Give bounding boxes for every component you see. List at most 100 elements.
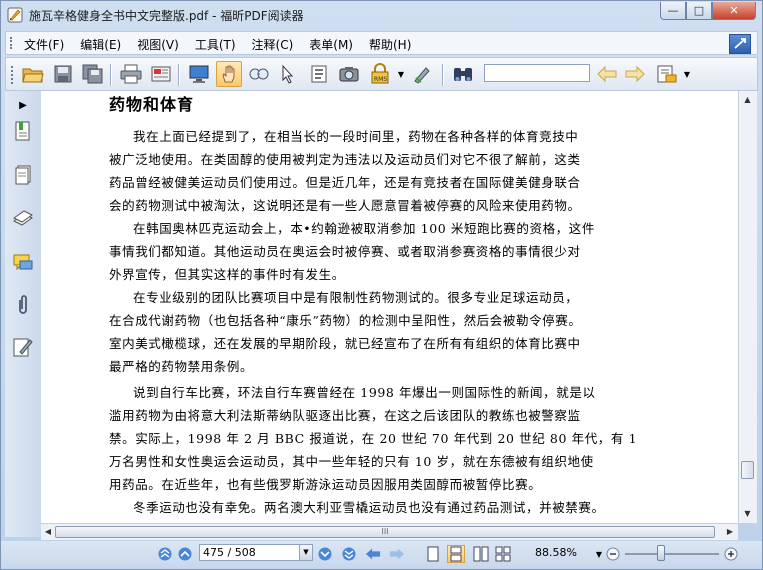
maximize-icon: □ bbox=[693, 4, 705, 17]
menu-help[interactable]: 帮助(H) bbox=[369, 36, 411, 53]
expand-panel-icon[interactable]: ▶ bbox=[11, 93, 35, 117]
text-line: 冬季运动也没有幸免。两名澳大利亚雪橇运动员也没有通过药品测试，并被禁赛。 bbox=[133, 500, 605, 515]
rms-lock-icon[interactable]: RMS bbox=[368, 61, 394, 87]
menu-forms[interactable]: 表单(M) bbox=[309, 36, 353, 53]
first-page-icon[interactable] bbox=[157, 546, 173, 562]
menu-bar: 文件(F) 编辑(E) 视图(V) 工具(T) 注释(C) 表单(M) 帮助(H… bbox=[5, 31, 758, 55]
menu-comments[interactable]: 注释(C) bbox=[252, 36, 294, 53]
close-icon: ✕ bbox=[729, 4, 739, 17]
navigation-panel: ▶ bbox=[5, 91, 42, 537]
binoculars-search-icon[interactable] bbox=[450, 61, 476, 87]
menu-edit[interactable]: 编辑(E) bbox=[80, 36, 121, 53]
minimize-icon: — bbox=[667, 4, 679, 17]
email-icon[interactable] bbox=[148, 61, 174, 87]
page-number-field[interactable]: 475 / 508 ▼ bbox=[199, 544, 313, 561]
text-line: 在合成代谢药物（也包括各种“康乐”药物）的检测中呈阳性，然后会被勒令停赛。 bbox=[109, 313, 582, 328]
text-select-icon[interactable] bbox=[306, 61, 332, 87]
text-line: 禁。实际上，1998 年 2 月 BBC 报道说，在 20 世纪 70 年代到 … bbox=[109, 431, 638, 446]
facing-pages-view-icon[interactable] bbox=[473, 546, 489, 562]
main-toolbar: RMS ▼ ▼ bbox=[5, 57, 758, 91]
text-line: 事情我们都知道。其他运动员在奥运会时被停赛、或者取消参赛资格的事情很少对 bbox=[109, 244, 581, 259]
scroll-up-arrow-icon[interactable]: ▲ bbox=[739, 91, 756, 108]
camera-icon[interactable] bbox=[336, 61, 362, 87]
title-bar: 施瓦辛格健身全书中文完整版.pdf - 福昕PDF阅读器 — □ ✕ bbox=[1, 1, 762, 29]
previous-page-icon[interactable] bbox=[177, 546, 193, 562]
menu-view[interactable]: 视图(V) bbox=[137, 36, 179, 53]
continuous-facing-view-icon[interactable] bbox=[495, 546, 511, 562]
app-window: 施瓦辛格健身全书中文完整版.pdf - 福昕PDF阅读器 — □ ✕ 文件(F)… bbox=[0, 0, 763, 570]
toolbar-separator bbox=[178, 64, 180, 86]
menu-file[interactable]: 文件(F) bbox=[24, 36, 64, 53]
hand-tool-icon[interactable] bbox=[216, 61, 242, 87]
minimize-button[interactable]: — bbox=[660, 2, 686, 20]
fullscreen-monitor-icon[interactable] bbox=[186, 61, 212, 87]
print-icon[interactable] bbox=[118, 61, 144, 87]
document-page-view[interactable]: 药物和体育 我在上面已经提到了，在相当长的一段时间里，药物在各种各样的体育竞技中… bbox=[41, 91, 738, 523]
zoom-in-icon[interactable] bbox=[723, 546, 739, 562]
text-line: 被广泛地使用。在类固醇的使用被判定为违法以及运动员们对它不很了解前，这类 bbox=[109, 152, 581, 167]
vertical-scroll-thumb[interactable] bbox=[741, 461, 754, 479]
sign-pen-icon[interactable] bbox=[410, 61, 436, 87]
paragraph-3: 在专业级别的团队比赛项目中是有限制性药物测试的。很多专业足球运动员， 在合成代谢… bbox=[109, 286, 603, 378]
highlight-tool-icon[interactable] bbox=[654, 61, 680, 87]
zoom-slider-track[interactable] bbox=[625, 553, 719, 555]
scroll-right-arrow-icon[interactable]: ▶ bbox=[723, 524, 737, 539]
text-line: 外界宣传，但其实这样的事件时有发生。 bbox=[109, 267, 345, 282]
forward-view-arrow-icon[interactable] bbox=[389, 546, 405, 562]
text-line: 万名男性和女性奥运会运动员，其中一些年轻的只有 10 岁，就在东德被有组织地使 bbox=[109, 454, 594, 469]
paragraph-1: 我在上面已经提到了，在相当长的一段时间里，药物在各种各样的体育竞技中 被广泛地使… bbox=[109, 125, 603, 217]
page-thumbnails-icon[interactable] bbox=[11, 163, 35, 187]
scroll-down-arrow-icon[interactable]: ▼ bbox=[739, 505, 756, 522]
toolbar-grip[interactable] bbox=[11, 66, 15, 84]
save-icon[interactable] bbox=[50, 61, 76, 87]
paragraph-5: 冬季运动也没有幸免。两名澳大利亚雪橇运动员也没有通过药品测试，并被禁赛。 bbox=[109, 496, 605, 519]
find-next-icon[interactable] bbox=[622, 61, 648, 87]
menu-tools[interactable]: 工具(T) bbox=[195, 36, 236, 53]
menu-grip[interactable] bbox=[10, 37, 14, 49]
paragraph-4: 说到自行车比赛，环法自行车赛曾经在 1998 年爆出一则国际性的新闻，就是以 滥… bbox=[109, 381, 638, 496]
find-previous-icon[interactable] bbox=[594, 61, 620, 87]
maximize-button[interactable]: □ bbox=[686, 2, 712, 20]
open-folder-icon[interactable] bbox=[20, 61, 46, 87]
horizontal-scroll-thumb[interactable]: III bbox=[55, 526, 715, 538]
toolbar-separator bbox=[110, 64, 112, 86]
select-arrow-icon[interactable] bbox=[274, 61, 300, 87]
next-page-icon[interactable] bbox=[317, 546, 333, 562]
rms-dropdown-chevron-icon[interactable]: ▼ bbox=[396, 61, 406, 87]
paragraph-2: 在韩国奥林匹克运动会上，本•约翰逊被取消参加 100 米短跑比赛的资格，这件 事… bbox=[109, 217, 603, 286]
vertical-scrollbar[interactable]: ▲ ▼ bbox=[738, 91, 757, 523]
zoom-slider-thumb[interactable] bbox=[657, 545, 665, 561]
zoom-level[interactable]: 88.58% bbox=[535, 546, 577, 559]
continuous-page-view-icon[interactable] bbox=[447, 545, 465, 563]
text-line: 在韩国奥林匹克运动会上，本•约翰逊被取消参加 100 米短跑比赛的资格，这件 bbox=[133, 221, 595, 236]
layers-icon[interactable] bbox=[11, 207, 35, 231]
close-button[interactable]: ✕ bbox=[712, 2, 756, 20]
text-line: 会的药物测试中被淘汰，这说明还是有一些人愿意冒着被停赛的风险来使用药物。 bbox=[109, 198, 581, 213]
text-line: 说到自行车比赛，环法自行车赛曾经在 1998 年爆出一则国际性的新闻，就是以 bbox=[133, 385, 596, 400]
text-line: 用药品。在近些年，也有些俄罗斯游泳运动员因服用类固醇而被暂停比赛。 bbox=[109, 477, 542, 492]
restore-layout-icon[interactable] bbox=[729, 34, 751, 54]
scroll-left-arrow-icon[interactable]: ◀ bbox=[41, 524, 55, 539]
section-heading: 药物和体育 bbox=[109, 95, 195, 114]
text-line: 滥用药物为由将意大利法斯蒂纳队驱逐出比赛，在这之后该团队的教练也被警察监 bbox=[109, 408, 581, 423]
save-as-icon[interactable] bbox=[80, 61, 106, 87]
comments-icon[interactable] bbox=[11, 251, 35, 275]
horizontal-scrollbar[interactable]: ◀ III ▶ bbox=[41, 523, 738, 540]
bookmarks-icon[interactable] bbox=[11, 119, 35, 143]
single-page-view-icon[interactable] bbox=[425, 546, 441, 562]
text-line: 我在上面已经提到了，在相当长的一段时间里，药物在各种各样的体育竞技中 bbox=[133, 129, 579, 144]
svg-text:RMS: RMS bbox=[374, 76, 387, 83]
last-page-icon[interactable] bbox=[341, 546, 357, 562]
page-number-value: 475 / 508 bbox=[203, 546, 256, 559]
snapshot-zoom-icon[interactable] bbox=[246, 61, 272, 87]
zoom-out-icon[interactable] bbox=[605, 546, 621, 562]
text-line: 最严格的药物禁用条例。 bbox=[109, 359, 254, 374]
back-view-arrow-icon[interactable] bbox=[365, 546, 381, 562]
page-dropdown-chevron-icon[interactable]: ▼ bbox=[299, 545, 312, 560]
window-title: 施瓦辛格健身全书中文完整版.pdf - 福昕PDF阅读器 bbox=[29, 9, 304, 23]
attachments-paperclip-icon[interactable] bbox=[11, 293, 35, 317]
find-text-input[interactable] bbox=[484, 64, 590, 82]
foxit-app-icon bbox=[7, 7, 23, 23]
highlight-dropdown-chevron-icon[interactable]: ▼ bbox=[682, 61, 692, 87]
signatures-icon[interactable] bbox=[11, 335, 35, 359]
